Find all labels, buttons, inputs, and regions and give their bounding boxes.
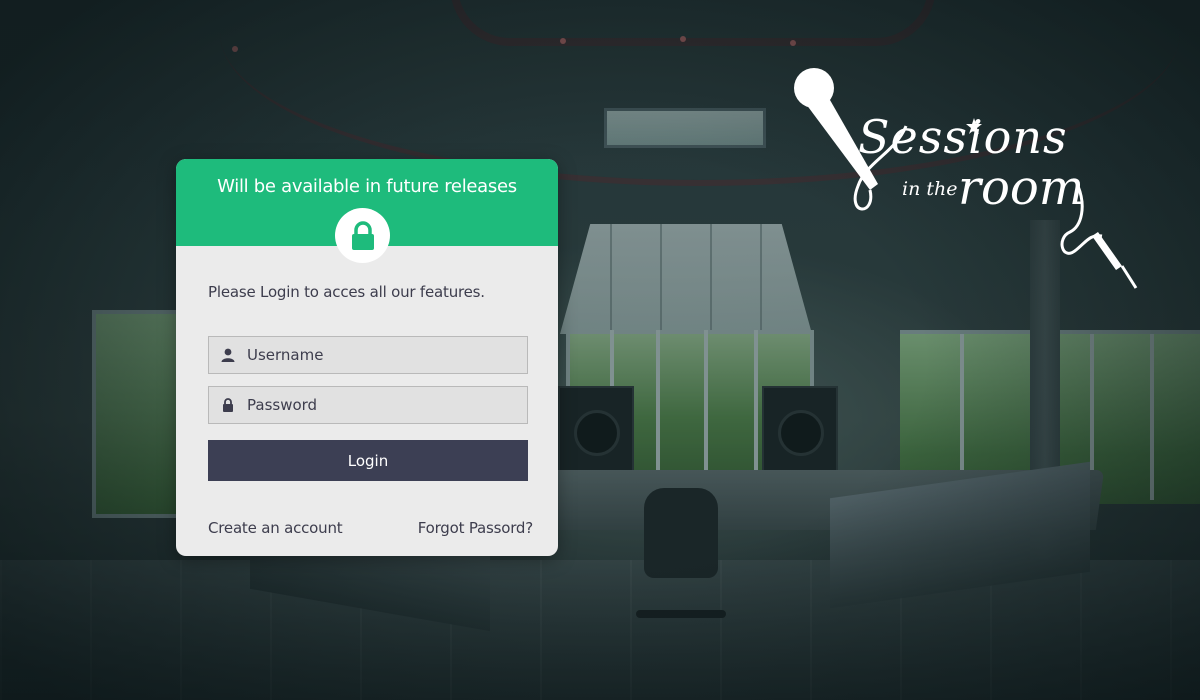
password-field[interactable] (208, 386, 528, 424)
logo-text-sessions: Sessions (858, 110, 1068, 164)
logo-text-room: room (958, 160, 1085, 216)
logo-text-in-the: in the (902, 178, 958, 200)
lock-icon (351, 220, 374, 250)
login-page: Sessions in the room Will be available i… (0, 0, 1200, 700)
create-account-link[interactable]: Create an account (208, 519, 343, 537)
login-card: Will be available in future releases Ple… (176, 159, 558, 556)
login-button[interactable]: Login (208, 440, 528, 481)
sessions-logo: Sessions in the room (786, 66, 1146, 296)
user-icon (209, 348, 247, 362)
username-field[interactable] (208, 336, 528, 374)
login-intro-text: Please Login to acces all our features. (208, 283, 485, 301)
lock-icon (209, 398, 247, 412)
username-input[interactable] (247, 346, 517, 364)
password-input[interactable] (247, 396, 517, 414)
forgot-password-link[interactable]: Forgot Passord? (418, 519, 533, 537)
lock-badge (335, 208, 390, 263)
card-header-title: Will be available in future releases (217, 176, 517, 197)
